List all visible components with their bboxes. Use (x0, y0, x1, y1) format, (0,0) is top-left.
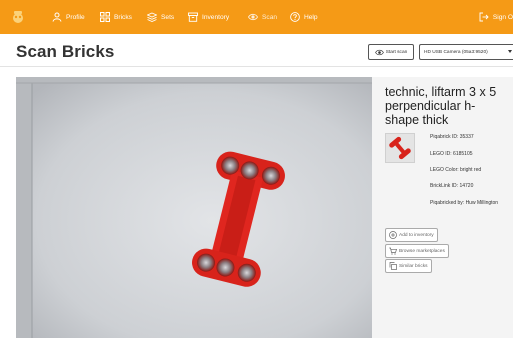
app-logo-icon[interactable] (10, 9, 26, 25)
start-scan-label: Start scan (385, 49, 408, 55)
cart-icon (389, 247, 397, 255)
inventory-icon (188, 12, 198, 22)
browse-marketplaces-button[interactable]: Browse marketplaces (385, 244, 449, 258)
eye-icon (374, 49, 384, 55)
lego-id: LEGO ID: 6185105 (430, 151, 473, 157)
nav-sets-label: Sets (161, 13, 175, 21)
layers-icon (147, 12, 157, 22)
start-scan-button[interactable]: Start scan (368, 44, 414, 60)
nav-scan-label: Scan (262, 13, 278, 21)
help-icon (290, 12, 300, 22)
camera-feed (16, 77, 372, 338)
nav-inventory[interactable]: Inventory (188, 10, 229, 24)
nav-bricks[interactable]: Bricks (100, 10, 132, 24)
part-thumbnail (385, 133, 415, 163)
nav-profile-label: Profile (66, 13, 85, 21)
page-title: Scan Bricks (16, 42, 115, 61)
header-divider (0, 66, 513, 67)
bricklink-id: BrickLink ID: 14720 (430, 183, 474, 189)
nav-profile[interactable]: Profile (52, 10, 85, 24)
chevron-down-icon (508, 50, 512, 53)
nav-sets[interactable]: Sets (147, 10, 174, 24)
camera-select-value: HD USB Camera (05a3:9520) (424, 49, 488, 55)
plus-circle-icon (389, 231, 397, 239)
nav-bricks-label: Bricks (114, 13, 132, 21)
camera-image (16, 77, 372, 338)
nav-help-label: Help (304, 13, 318, 21)
similar-bricks-button[interactable]: Similar bricks (385, 259, 432, 273)
piqabricked-by: Piqabricked by: Huw Millington (430, 200, 499, 206)
browse-marketplaces-label: Browse marketplaces (399, 248, 445, 254)
copy-icon (389, 262, 397, 270)
sign-out-label: Sign O (492, 13, 513, 21)
nav-help[interactable]: Help (290, 10, 318, 24)
part-name: technic, liftarm 3 x 5 perpendicular h-s… (385, 85, 497, 127)
nav-inventory-label: Inventory (202, 13, 230, 21)
top-navbar: Profile Bricks Sets Inventory Scan Help … (0, 0, 513, 34)
sign-out-link[interactable]: Sign O (479, 10, 513, 24)
camera-select[interactable]: HD USB Camera (05a3:9520) (419, 44, 513, 60)
similar-bricks-label: Similar bricks (399, 263, 428, 269)
add-to-inventory-button[interactable]: Add to inventory (385, 228, 438, 242)
grid-icon (100, 12, 110, 22)
user-icon (52, 12, 62, 22)
sign-out-icon (479, 12, 489, 22)
add-to-inventory-label: Add to inventory (399, 232, 434, 238)
nav-scan[interactable]: Scan (248, 10, 277, 24)
brick-thumbnail-image (389, 136, 411, 160)
lego-color: LEGO Color: bright red (430, 167, 482, 173)
eye-icon (248, 13, 258, 21)
piqabrick-id: Piqabrick ID: 35337 (430, 134, 474, 140)
